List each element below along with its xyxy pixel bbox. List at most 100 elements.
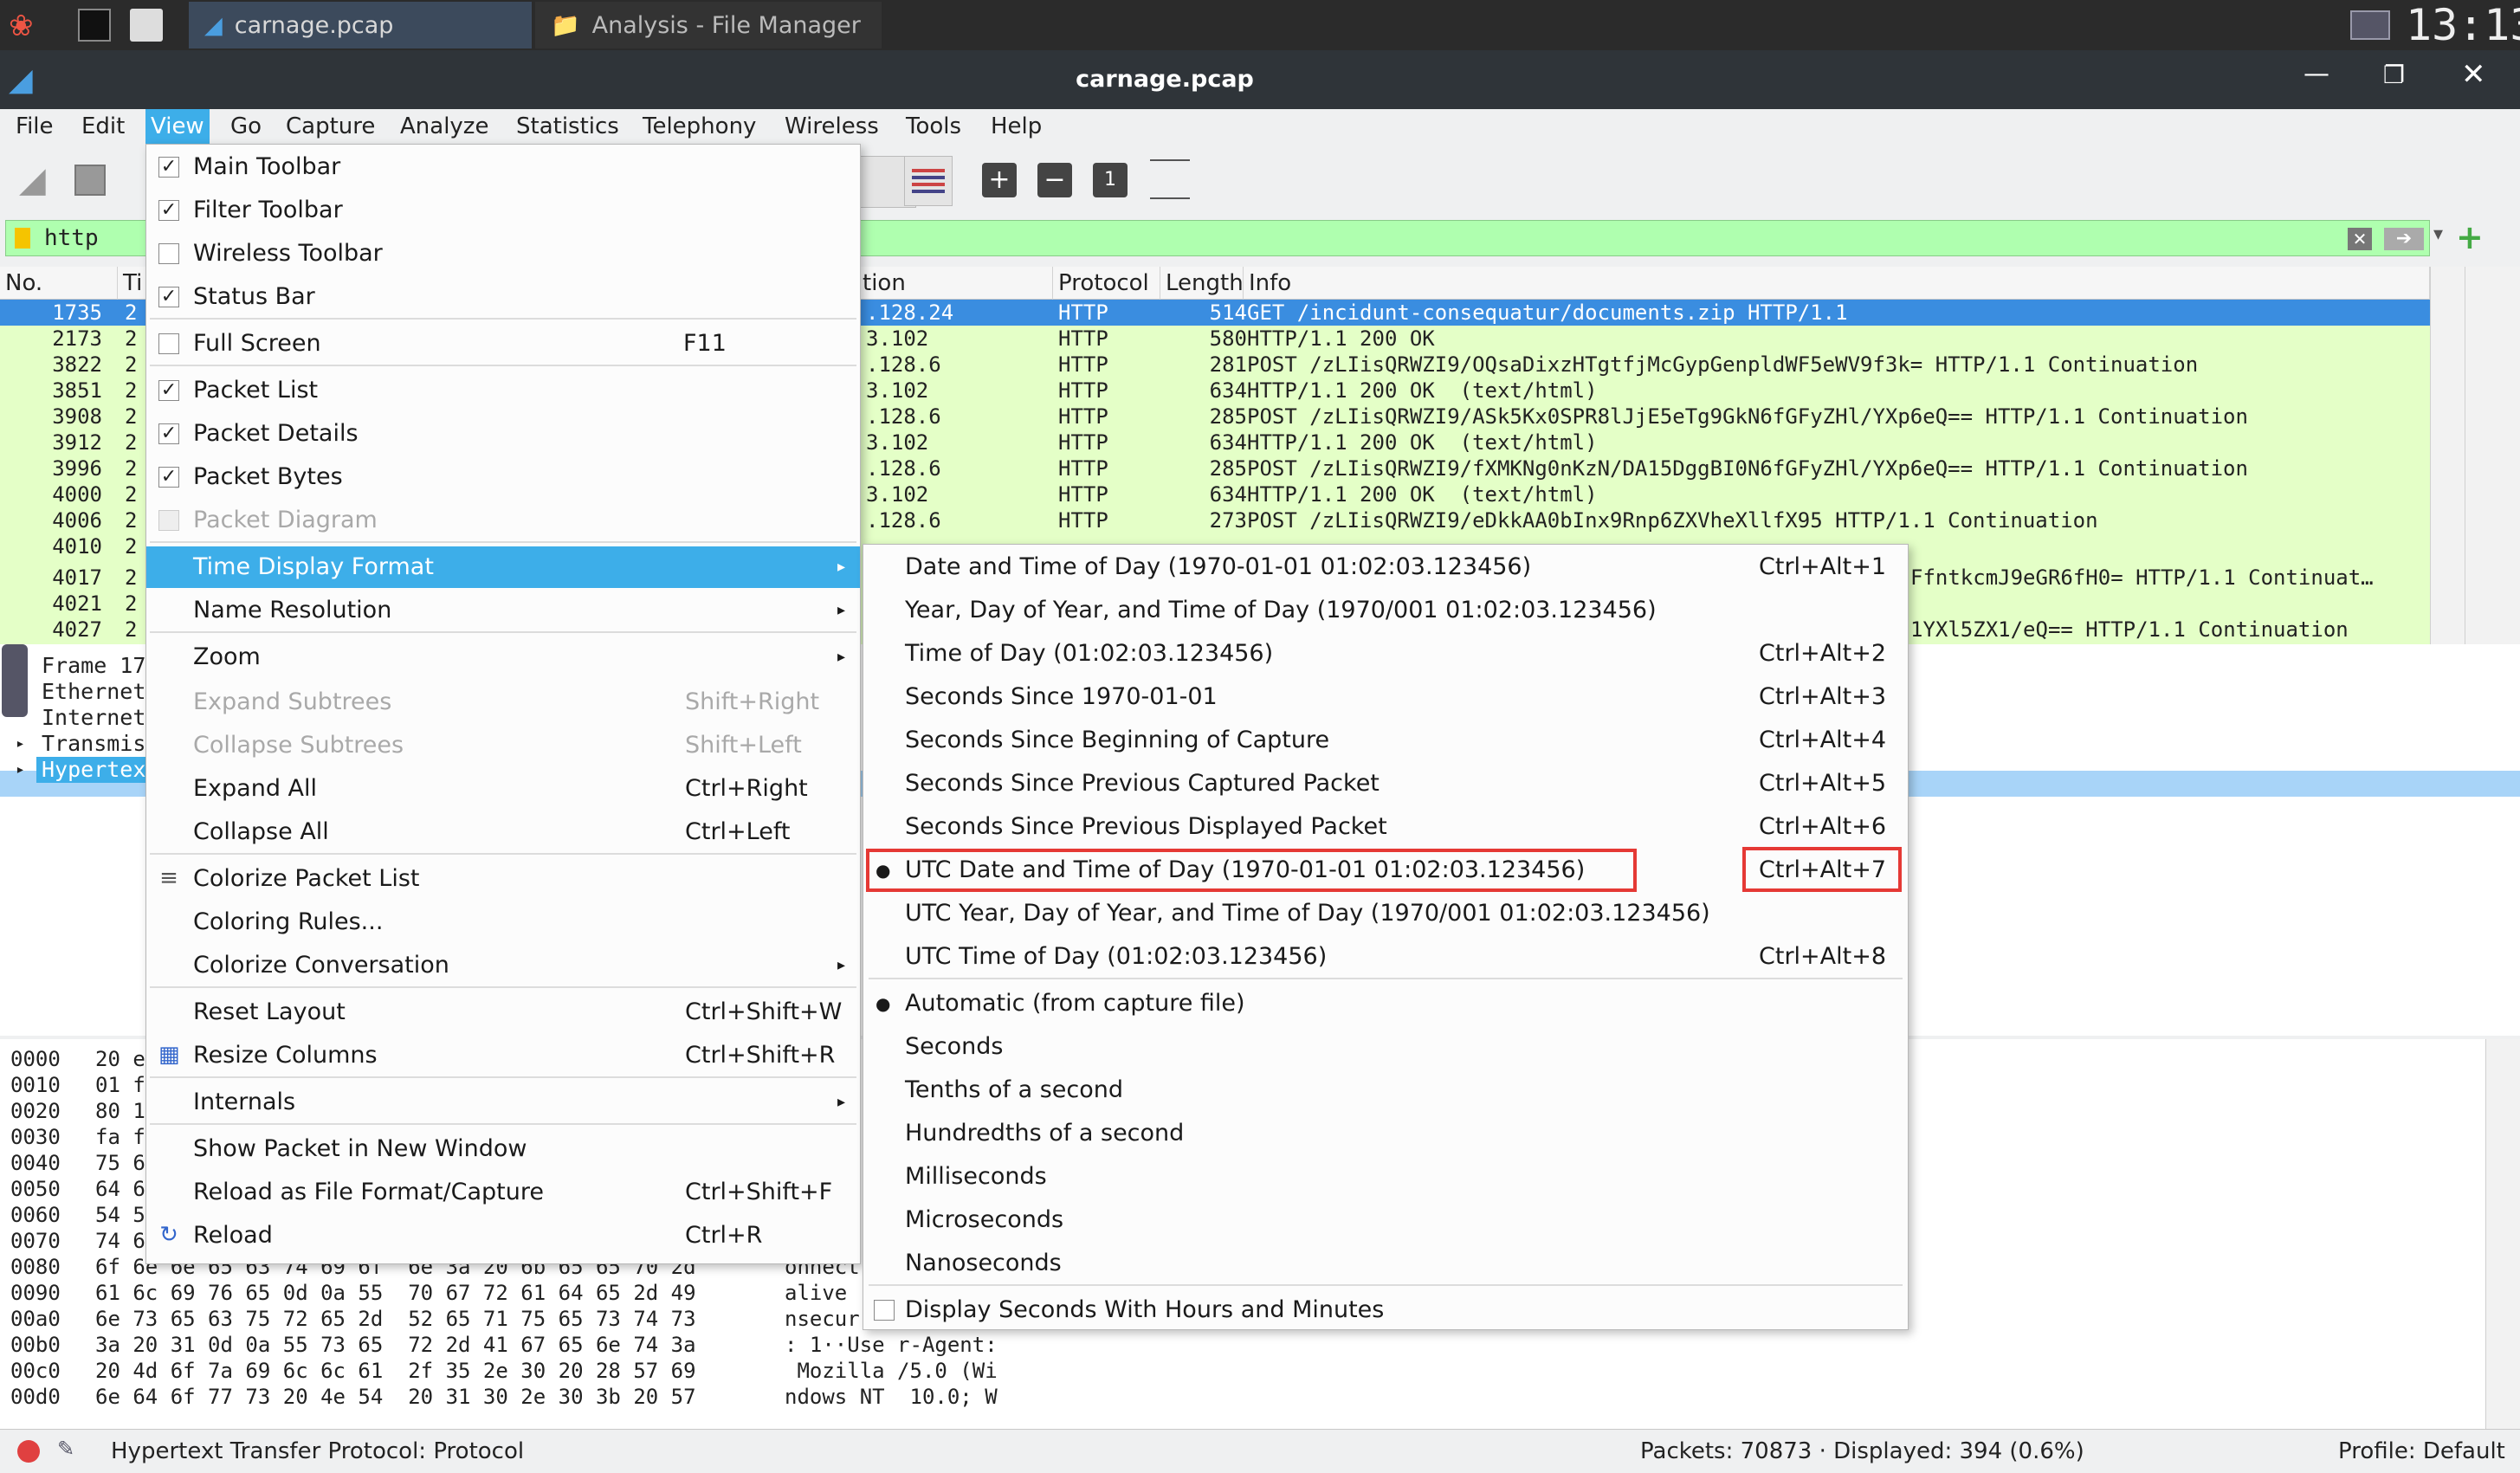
bookmark-icon[interactable]	[15, 228, 30, 249]
view-menu-item[interactable]: ✓ Filter Toolbar	[146, 190, 860, 231]
menu-capture[interactable]: Capture	[281, 109, 380, 144]
time-format-item[interactable]: Seconds Since Beginning of Capture Ctrl+A…	[863, 720, 1908, 761]
view-menu-item[interactable]: ✓ Main Toolbar	[146, 146, 860, 188]
bytes-hex[interactable]: 75 6	[95, 1150, 145, 1176]
bytes-hex[interactable]: 74 6	[95, 1228, 145, 1254]
bytes-ascii[interactable]: Mozilla /5.0 (Wi	[785, 1358, 997, 1384]
detail-ethernet[interactable]: Ethernet	[42, 679, 145, 705]
side-handle[interactable]	[2, 644, 28, 717]
time-format-item[interactable]: UTC Year, Day of Year, and Time of Day (…	[863, 893, 1908, 934]
checkbox-checked-icon[interactable]: ✓	[158, 157, 179, 178]
start-capture-icon[interactable]: ◢	[19, 163, 52, 197]
menu-help[interactable]: Help	[985, 109, 1047, 144]
checkbox-checked-icon[interactable]: ✓	[158, 423, 179, 444]
view-menu-item[interactable]: ✓ Status Bar	[146, 276, 860, 318]
time-format-item[interactable]: Seconds	[863, 1026, 1908, 1068]
zoom-out-icon[interactable]: −	[1037, 163, 1072, 197]
menu-statistics[interactable]: Statistics	[511, 109, 624, 144]
time-format-item[interactable]: Seconds Since Previous Captured Packet Ct…	[863, 763, 1908, 804]
view-menu-item[interactable]: Expand All Ctrl+Right	[146, 768, 860, 810]
bytes-hex[interactable]: 61 6c 69 76 65 0d 0a 55 70 67 72 61 64 6…	[95, 1280, 696, 1306]
packet-list-scrollbar[interactable]	[2465, 267, 2520, 644]
checkbox-unchecked-icon[interactable]	[158, 243, 179, 264]
checkbox-unchecked-icon[interactable]	[158, 333, 179, 354]
view-menu-item[interactable]: Reload as File Format/Capture Ctrl+Shift+…	[146, 1172, 860, 1213]
bytes-ascii[interactable]: alive	[785, 1280, 860, 1306]
checkbox-unchecked-icon[interactable]	[158, 510, 179, 531]
clear-filter-icon[interactable]: ✕	[2348, 228, 2372, 250]
filter-dropdown-icon[interactable]: ▾	[2433, 223, 2443, 245]
bytes-hex[interactable]: 20 e	[95, 1046, 145, 1072]
expand-icon[interactable]: ▸	[16, 757, 25, 783]
menu-view[interactable]: View	[145, 109, 210, 144]
view-menu-item[interactable]: Time Display Format ▸	[146, 546, 860, 588]
menu-wireless[interactable]: Wireless	[779, 109, 884, 144]
time-format-item[interactable]: Seconds Since 1970-01-01 Ctrl+Alt+3	[863, 676, 1908, 718]
minimize-icon[interactable]: —	[2304, 59, 2329, 89]
checkbox-checked-icon[interactable]: ✓	[158, 467, 179, 488]
stop-capture-icon[interactable]	[74, 165, 106, 196]
app-menu-icon[interactable]: ❀	[9, 9, 42, 43]
view-menu-item[interactable]: Collapse All Ctrl+Left	[146, 811, 860, 853]
capture-comment-icon[interactable]: ✎	[57, 1437, 74, 1461]
time-format-item[interactable]: Hundredths of a second	[863, 1113, 1908, 1154]
add-filter-button-icon[interactable]: +	[2456, 218, 2484, 256]
menu-file[interactable]: File	[10, 109, 59, 144]
detail-http[interactable]: Hypertex	[36, 757, 152, 783]
colorize-icon[interactable]	[904, 156, 953, 206]
bytes-hex[interactable]: 6e 73 65 63 75 72 65 2d 52 65 71 75 65 7…	[95, 1306, 696, 1332]
bytes-hex[interactable]: fa f	[95, 1124, 145, 1150]
view-menu-item[interactable]: ✓ Packet Details	[146, 413, 860, 455]
time-format-item[interactable]: Time of Day (01:02:03.123456) Ctrl+Alt+2	[863, 633, 1908, 675]
checkbox-checked-icon[interactable]: ✓	[158, 287, 179, 307]
time-format-item[interactable]: UTC Time of Day (01:02:03.123456) Ctrl+Al…	[863, 936, 1908, 978]
col-protocol[interactable]: Protocol	[1053, 267, 1160, 300]
detail-internet[interactable]: Internet	[42, 705, 145, 731]
terminal-icon[interactable]	[78, 9, 111, 42]
checkbox-unchecked-icon[interactable]	[874, 1300, 895, 1321]
time-format-item[interactable]: ● Automatic (from capture file)	[863, 983, 1908, 1024]
col-length[interactable]: Length	[1160, 267, 1244, 300]
view-menu-item[interactable]: Internals ▸	[146, 1082, 860, 1123]
bytes-scrollbar[interactable]	[2485, 1039, 2520, 1429]
view-menu-item[interactable]: Wireless Toolbar	[146, 233, 860, 275]
menu-telephony[interactable]: Telephony	[637, 109, 761, 144]
text-editor-icon[interactable]	[130, 9, 163, 42]
view-menu-item[interactable]: Name Resolution ▸	[146, 590, 860, 631]
checkbox-checked-icon[interactable]: ✓	[158, 380, 179, 401]
view-menu-item[interactable]: ✓ Packet List	[146, 370, 860, 411]
view-menu-item[interactable]: Colorize Conversation ▸	[146, 945, 860, 986]
view-menu-item[interactable]: ↻ Reload Ctrl+R	[146, 1215, 860, 1257]
col-info[interactable]: Info	[1244, 267, 2430, 300]
monitor-icon[interactable]	[2350, 10, 2390, 40]
col-no[interactable]: No.	[0, 267, 118, 300]
time-format-item[interactable]: Microseconds	[863, 1199, 1908, 1241]
task-file-manager[interactable]: 📁 Analysis - File Manager	[535, 2, 882, 48]
time-format-item[interactable]: Seconds Since Previous Displayed Packet C…	[863, 806, 1908, 848]
view-menu-item[interactable]: ▦ Resize Columns Ctrl+Shift+R	[146, 1035, 860, 1076]
bytes-hex[interactable]: 80 1	[95, 1098, 145, 1124]
time-format-item[interactable]: Tenths of a second	[863, 1069, 1908, 1111]
bytes-hex[interactable]: 54 5	[95, 1202, 145, 1228]
expert-info-icon[interactable]	[17, 1440, 40, 1463]
view-menu-item[interactable]: ≡ Colorize Packet List	[146, 858, 860, 900]
detail-frame[interactable]: Frame 17	[42, 653, 145, 679]
apply-filter-icon[interactable]: ➔	[2384, 228, 2424, 250]
expand-icon[interactable]: ▸	[16, 731, 25, 757]
detail-transmission[interactable]: Transmis	[42, 731, 145, 757]
menu-tools[interactable]: Tools	[901, 109, 966, 144]
time-format-item[interactable]: Nanoseconds	[863, 1243, 1908, 1284]
restore-icon[interactable]: ❐	[2383, 61, 2405, 89]
normal-size-icon[interactable]: 1	[1093, 163, 1128, 197]
time-format-item[interactable]: Display Seconds With Hours and Minutes	[863, 1289, 1908, 1331]
menu-edit[interactable]: Edit	[76, 109, 130, 144]
bytes-hex[interactable]: 01 f	[95, 1072, 145, 1098]
resize-columns-icon[interactable]	[1150, 159, 1190, 199]
view-menu-item[interactable]: Show Packet in New Window	[146, 1128, 860, 1170]
bytes-ascii[interactable]: : 1··Use r-Agent:	[785, 1332, 998, 1358]
bytes-ascii[interactable]: nsecur	[785, 1306, 860, 1332]
packet-list-minimap[interactable]	[2430, 267, 2465, 644]
menu-go[interactable]: Go	[225, 109, 267, 144]
menu-analyze[interactable]: Analyze	[395, 109, 494, 144]
view-menu-item[interactable]: Coloring Rules...	[146, 901, 860, 943]
